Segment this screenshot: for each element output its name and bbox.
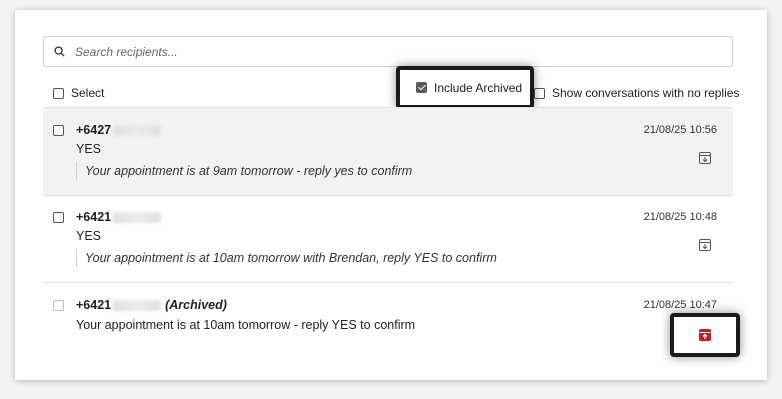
no-replies-checkbox[interactable]: [534, 87, 545, 99]
select-all-toggle[interactable]: Select: [53, 86, 104, 100]
reply-text: YES: [76, 142, 102, 156]
reply-text: YES: [76, 229, 102, 243]
recipient-phone: +6421: [76, 210, 162, 224]
unarchive-button[interactable]: [670, 313, 740, 357]
timestamp: 21/08/25 10:56: [643, 124, 717, 136]
redacted-number: [113, 300, 162, 312]
timestamp: 21/08/25 10:48: [643, 211, 717, 223]
row-checkbox[interactable]: [53, 212, 64, 223]
conversation-row[interactable]: +6421 YES Your appointment is at 10am to…: [43, 196, 733, 282]
recipient-phone: +6427: [76, 123, 162, 137]
conversations-panel: Select Show conversations with no replie…: [15, 10, 767, 380]
phone-prefix: +6427: [76, 123, 112, 137]
redacted-number: [113, 125, 162, 137]
original-message: Your appointment is at 10am tomorrow wit…: [76, 249, 497, 267]
row-checkbox[interactable]: [53, 125, 64, 136]
select-all-label: Select: [71, 86, 105, 100]
phone-prefix: +6421: [76, 298, 112, 312]
select-all-checkbox[interactable]: [53, 87, 64, 99]
filter-bar: Select Show conversations with no replie…: [15, 78, 767, 108]
phone-prefix: +6421: [76, 210, 112, 224]
recipient-phone: +6421 (Archived): [76, 298, 227, 312]
archived-tag: (Archived): [165, 298, 227, 312]
row-checkbox[interactable]: [53, 300, 64, 311]
include-archived-checkbox[interactable]: [416, 82, 427, 93]
search-field[interactable]: [43, 36, 733, 67]
no-replies-toggle[interactable]: Show conversations with no replies: [534, 86, 739, 100]
archive-icon[interactable]: [698, 238, 712, 252]
redacted-number: [113, 212, 162, 224]
include-archived-toggle[interactable]: Include Archived: [396, 66, 534, 109]
no-replies-label: Show conversations with no replies: [552, 86, 740, 100]
include-archived-label: Include Archived: [434, 80, 523, 95]
conversation-row[interactable]: +6427 YES Your appointment is at 9am tom…: [43, 108, 733, 195]
unarchive-icon[interactable]: [698, 328, 712, 342]
conversation-row[interactable]: +6421 (Archived) Your appointment is at 1…: [43, 283, 733, 363]
search-icon: [54, 46, 65, 57]
search-input[interactable]: [73, 43, 713, 60]
original-message: Your appointment is at 9am tomorrow - re…: [76, 162, 412, 180]
timestamp: 21/08/25 10:47: [643, 299, 717, 311]
archive-icon[interactable]: [698, 151, 712, 165]
original-message: Your appointment is at 10am tomorrow - r…: [76, 318, 416, 332]
